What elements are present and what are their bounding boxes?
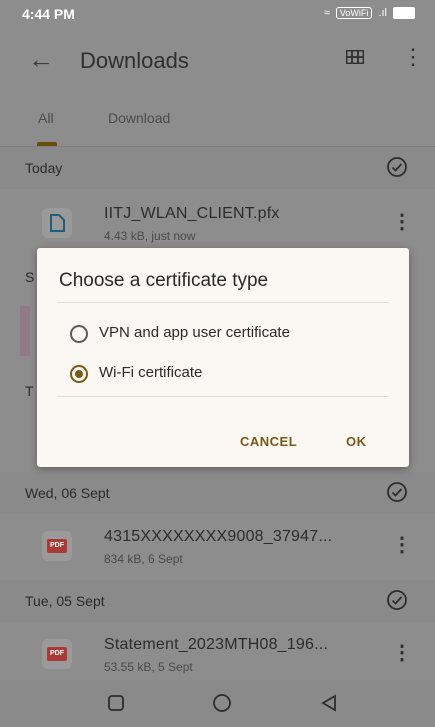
option-label: VPN and app user certificate <box>99 324 290 341</box>
vowifi-badge: VoWiFi <box>335 7 373 19</box>
status-bar: 4:44 PM ≈ VoWiFi .ıl <box>0 0 435 26</box>
item-menu-icon[interactable]: ⋮ <box>392 640 412 665</box>
file-name: IITJ_WLAN_CLIENT.pfx <box>104 205 280 222</box>
file-thumbnail: PDF <box>42 531 72 561</box>
file-thumbnail: PDF <box>42 639 72 669</box>
app-bar: ← Downloads ⋮ <box>0 26 435 96</box>
grid-view-icon[interactable] <box>346 50 364 64</box>
file-meta: 53.55 kB, 5 Sept <box>104 660 193 674</box>
file-name: Statement_2023MTH08_196... <box>104 636 329 653</box>
section-label: Today <box>25 160 63 176</box>
recents-icon[interactable] <box>107 694 125 712</box>
pdf-icon: PDF <box>47 539 67 553</box>
system-nav-bar <box>0 680 435 727</box>
section-header-wed: Wed, 06 Sept <box>0 472 435 514</box>
radio-button-selected[interactable] <box>70 365 88 383</box>
tab-download[interactable]: Download <box>108 110 170 126</box>
cancel-button[interactable]: CANCEL <box>240 434 297 449</box>
dialog-title: Choose a certificate type <box>59 270 269 291</box>
radio-button[interactable] <box>70 325 88 343</box>
select-all-check-icon[interactable] <box>385 588 409 612</box>
option-label: Wi-Fi certificate <box>99 364 203 381</box>
tab-indicator <box>37 142 57 146</box>
file-thumbnail <box>42 208 72 238</box>
status-time: 4:44 PM <box>22 6 75 22</box>
file-meta: 834 kB, 6 Sept <box>104 552 183 566</box>
page-title: Downloads <box>80 48 189 73</box>
select-all-check-icon[interactable] <box>385 480 409 504</box>
status-icons: ≈ VoWiFi .ıl <box>324 7 415 19</box>
list-item[interactable]: IITJ_WLAN_CLIENT.pfx 4.43 kB, just now ⋮ <box>0 195 435 255</box>
ok-button[interactable]: OK <box>346 434 367 449</box>
pdf-icon: PDF <box>47 647 67 661</box>
battery-icon <box>393 7 415 19</box>
list-item[interactable]: PDF 4315XXXXXXXX9008_37947... 834 kB, 6 … <box>0 518 435 578</box>
option-vpn-certificate[interactable]: VPN and app user certificate <box>37 316 409 352</box>
item-menu-icon[interactable]: ⋮ <box>392 209 412 234</box>
section-label: Tue, 05 Sept <box>25 593 105 609</box>
section-label: S <box>25 269 35 285</box>
list-item[interactable]: PDF Statement_2023MTH08_196... 53.55 kB,… <box>0 626 435 686</box>
tab-bar: All Download <box>0 98 435 147</box>
more-options-icon[interactable]: ⋮ <box>402 44 424 70</box>
tab-all[interactable]: All <box>38 110 54 126</box>
home-icon[interactable] <box>212 693 232 713</box>
option-wifi-certificate[interactable]: Wi-Fi certificate <box>37 356 409 392</box>
dialog-divider <box>57 302 389 303</box>
back-arrow-icon[interactable]: ← <box>28 44 54 75</box>
partial-thumbnail <box>20 306 30 356</box>
section-label: Wed, 06 Sept <box>25 485 110 501</box>
dialog-divider <box>57 396 389 397</box>
section-header-tue: Tue, 05 Sept <box>0 580 435 622</box>
back-triangle-icon[interactable] <box>320 694 338 712</box>
signal-icon: .ıl <box>378 7 387 19</box>
certificate-type-dialog: Choose a certificate type VPN and app us… <box>37 248 409 467</box>
item-menu-icon[interactable]: ⋮ <box>392 532 412 557</box>
section-header-today: Today <box>0 147 435 189</box>
document-icon <box>50 214 65 232</box>
wifi-icon: ≈ <box>323 7 330 19</box>
file-meta: 4.43 kB, just now <box>104 229 196 243</box>
section-label: T <box>25 383 34 399</box>
file-name: 4315XXXXXXXX9008_37947... <box>104 528 333 545</box>
select-all-check-icon[interactable] <box>385 155 409 179</box>
